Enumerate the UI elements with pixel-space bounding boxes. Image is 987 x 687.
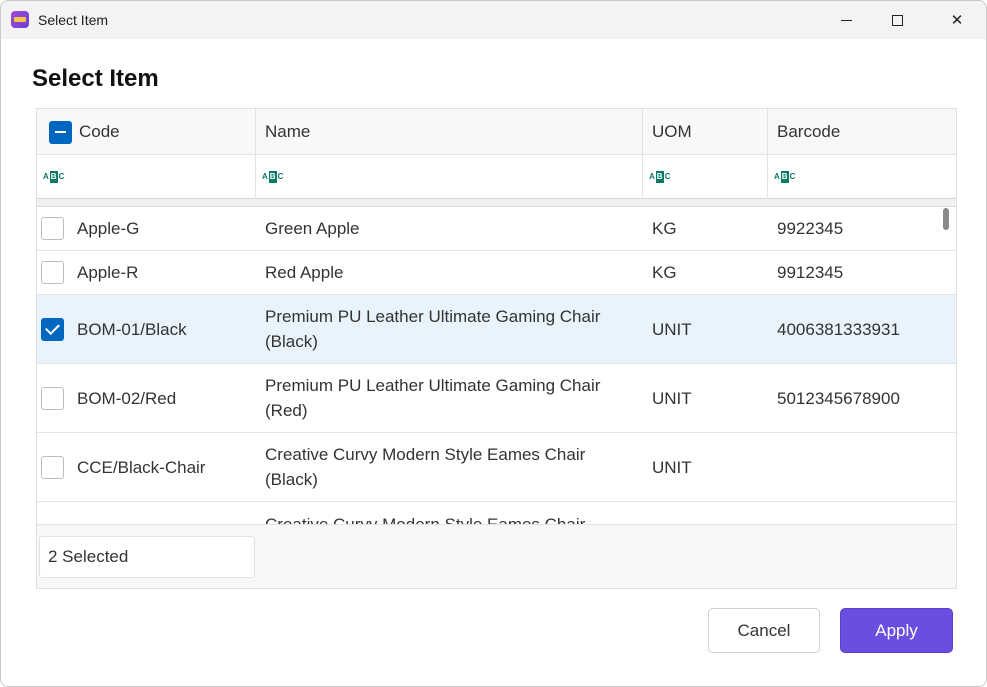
barcode-cell: 5012345678900 xyxy=(777,388,900,408)
filter-row: ABC ABC ABC ABC xyxy=(37,155,956,199)
minimize-button[interactable] xyxy=(823,1,869,39)
row-checkbox[interactable] xyxy=(41,455,64,479)
name-cell: Creative Curvy Modern Style Eames Chair xyxy=(265,512,585,524)
column-header-name[interactable]: Name xyxy=(256,109,643,155)
column-header-label: Name xyxy=(265,122,311,141)
maximize-icon xyxy=(891,14,903,26)
uom-cell: UNIT xyxy=(652,319,692,339)
items-grid: Code Name UOM Barcode ABC ABC ABC A B C … xyxy=(36,108,957,589)
row-checkbox-checked[interactable] xyxy=(41,317,64,341)
code-cell: BOM-01/Black xyxy=(77,319,187,339)
table-row[interactable]: Apple-R Red Apple KG 9912345 xyxy=(37,251,956,295)
app-icon xyxy=(11,11,29,28)
selected-count: 2 Selected xyxy=(39,536,255,578)
name-cell: Green Apple xyxy=(265,219,360,238)
minimize-icon xyxy=(840,19,852,21)
row-checkbox[interactable] xyxy=(41,386,64,410)
name-cell: Premium PU Leather Ultimate Gaming Chair… xyxy=(265,376,601,420)
grid-header: Code Name UOM Barcode xyxy=(37,109,956,155)
maximize-button[interactable] xyxy=(874,1,920,39)
close-icon: ✕ xyxy=(950,12,964,29)
uom-cell: UNIT xyxy=(652,457,692,477)
row-checkbox[interactable] xyxy=(41,261,64,284)
table-row[interactable]: Apple-G Green Apple KG 9922345 xyxy=(37,207,956,251)
apply-button[interactable]: Apply xyxy=(840,608,953,653)
table-row[interactable]: BOM-02/Red Premium PU Leather Ultimate G… xyxy=(37,364,956,433)
uom-cell: KG xyxy=(652,263,677,282)
uom-cell: KG xyxy=(652,219,677,238)
close-button[interactable]: ✕ xyxy=(934,1,980,39)
column-header-barcode[interactable]: Barcode xyxy=(768,109,956,155)
code-cell: BOM-02/Red xyxy=(77,388,177,408)
barcode-cell: 9912345 xyxy=(777,263,844,282)
code-cell: Apple-R xyxy=(77,263,139,282)
name-cell: Creative Curvy Modern Style Eames Chair … xyxy=(265,445,586,489)
filter-cell-code[interactable]: ABC xyxy=(37,155,256,199)
window-title: Select Item xyxy=(38,12,109,28)
filter-cell-name[interactable]: ABC xyxy=(256,155,643,199)
abc-text-filter-icon[interactable]: ABC xyxy=(261,171,284,183)
code-cell: Apple-G xyxy=(77,219,140,238)
abc-text-filter-icon[interactable]: ABC xyxy=(42,171,65,183)
table-row[interactable]: Creative Curvy Modern Style Eames Chair xyxy=(37,502,956,524)
table-row[interactable]: CCE/Black-Chair Creative Curvy Modern St… xyxy=(37,433,956,502)
header-divider xyxy=(37,199,956,207)
grid-footer: 2 Selected xyxy=(37,524,956,588)
name-cell: Red Apple xyxy=(265,263,344,282)
title-bar: Select Item ✕ xyxy=(1,1,986,39)
column-header-label: UOM xyxy=(652,122,692,141)
barcode-cell: 4006381333931 xyxy=(777,319,900,339)
column-header-uom[interactable]: UOM xyxy=(643,109,768,155)
name-cell: Premium PU Leather Ultimate Gaming Chair… xyxy=(265,307,601,351)
filter-cell-uom[interactable]: ABC xyxy=(643,155,768,199)
barcode-cell: 9922345 xyxy=(777,219,844,238)
table-row-selected[interactable]: BOM-01/Black Premium PU Leather Ultimate… xyxy=(37,295,956,364)
abc-text-filter-icon[interactable]: ABC xyxy=(648,171,671,183)
filter-cell-barcode[interactable]: ABC xyxy=(768,155,956,199)
code-cell: CCE/Black-Chair xyxy=(77,457,206,477)
column-header-code[interactable]: Code xyxy=(37,109,256,155)
select-all-checkbox[interactable] xyxy=(49,120,72,144)
cancel-button[interactable]: Cancel xyxy=(708,608,820,653)
abc-text-filter-icon[interactable]: ABC xyxy=(773,171,796,183)
uom-cell: UNIT xyxy=(652,388,692,408)
row-checkbox[interactable] xyxy=(41,217,64,240)
dialog-heading: Select Item xyxy=(32,65,159,92)
select-item-window: Select Item ✕ Select Item Code Name UOM … xyxy=(0,0,987,687)
column-header-label: Code xyxy=(79,122,120,141)
vertical-scrollbar[interactable] xyxy=(943,208,949,230)
column-header-label: Barcode xyxy=(777,122,841,141)
grid-body[interactable]: Apple-G Green Apple KG 9922345 Apple-R R… xyxy=(37,207,956,524)
